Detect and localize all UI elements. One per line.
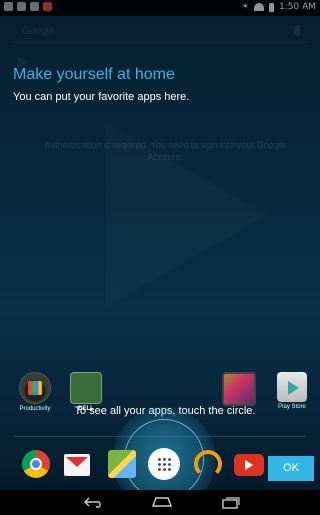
cling-title: Make yourself at home bbox=[13, 66, 175, 83]
chrome-icon[interactable] bbox=[22, 450, 50, 478]
back-icon[interactable] bbox=[84, 497, 106, 508]
maps-icon[interactable] bbox=[108, 450, 136, 478]
workspace-item-photos[interactable] bbox=[215, 372, 263, 406]
home-icon[interactable] bbox=[152, 497, 172, 507]
cling-body: You can put your favorite apps here. bbox=[13, 91, 190, 103]
all-apps-icon bbox=[157, 457, 171, 471]
home-screen: ✶ 1:50 AM Google Authentication is requi… bbox=[0, 0, 320, 515]
navigation-bar bbox=[0, 490, 320, 515]
ok-button[interactable]: OK bbox=[268, 456, 314, 481]
photos-icon bbox=[222, 372, 256, 406]
gmail-icon[interactable] bbox=[64, 454, 90, 476]
productivity-folder-icon bbox=[19, 372, 51, 404]
recents-icon[interactable] bbox=[222, 495, 240, 509]
dell-icon bbox=[70, 372, 102, 404]
all-apps-button[interactable] bbox=[148, 448, 180, 480]
play-music-icon[interactable] bbox=[194, 450, 222, 478]
play-store-icon bbox=[277, 372, 307, 402]
youtube-icon[interactable] bbox=[234, 454, 264, 476]
